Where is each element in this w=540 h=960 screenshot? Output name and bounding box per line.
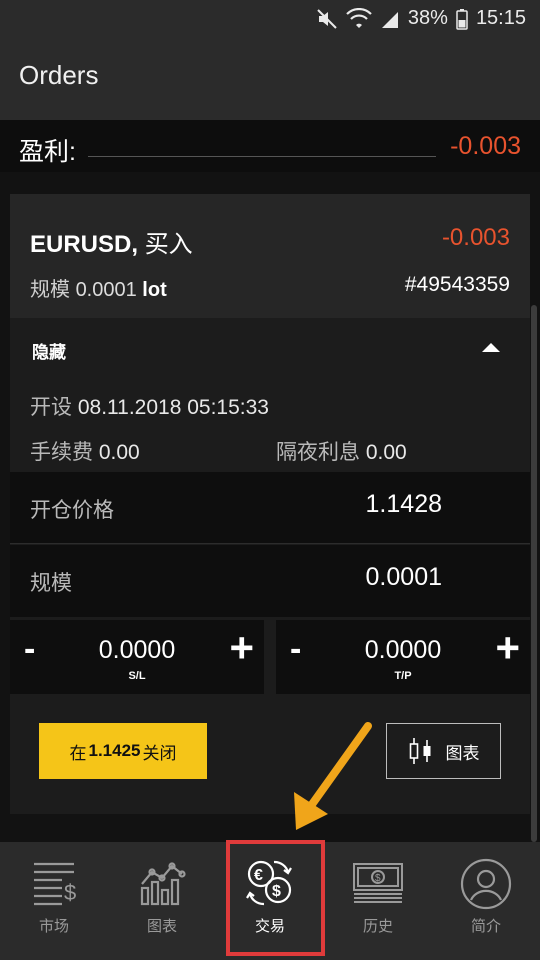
status-icons: 38% 15:15 xyxy=(316,7,526,30)
order-symbol: EURUSD, 买入 xyxy=(30,224,193,259)
tp-value[interactable]: 0.0000 xyxy=(276,636,530,665)
sl-value[interactable]: 0.0000 xyxy=(10,636,264,665)
volume-value: 0.0001 xyxy=(365,563,442,591)
volume-row: 规模 0.0001 xyxy=(10,545,530,617)
close-position-button[interactable]: 在 1.1425 关闭 xyxy=(39,723,207,779)
profit-summary: 盈利: -0.003 xyxy=(0,120,540,172)
hide-label: 隐藏 xyxy=(32,343,66,362)
signal-icon xyxy=(381,11,398,28)
nav-label-market: 市场 xyxy=(38,918,69,935)
svg-text:$: $ xyxy=(64,880,76,905)
open-chart-button[interactable]: 图表 xyxy=(386,723,501,779)
sl-caption: S/L xyxy=(128,670,146,682)
order-pl: -0.003 xyxy=(441,224,510,251)
close-price: 1.1425 xyxy=(88,741,141,760)
page-title: Orders xyxy=(19,60,99,90)
commission-label: 手续费 xyxy=(30,441,93,464)
commission-value: 0.00 xyxy=(98,441,140,464)
history-banknote-icon: $ xyxy=(353,863,403,903)
svg-text:$: $ xyxy=(375,873,381,884)
wifi-icon xyxy=(346,7,372,28)
tp-increase-button[interactable]: + xyxy=(495,624,520,672)
svg-text:€: € xyxy=(254,867,263,884)
sl-increase-button[interactable]: + xyxy=(229,624,254,672)
status-bar: 38% 15:15 xyxy=(0,0,540,38)
battery-icon xyxy=(456,8,468,30)
swap-label: 隔夜利息 xyxy=(276,441,360,464)
hide-details-toggle[interactable]: 隐藏 xyxy=(10,318,530,378)
profit-label: 盈利: xyxy=(19,138,76,166)
svg-text:$: $ xyxy=(272,883,281,900)
profit-value: -0.003 xyxy=(450,132,521,160)
size-unit: lot xyxy=(142,279,167,301)
nav-item-trade[interactable]: € $ 交易 xyxy=(216,842,324,960)
trade-currency-icon: € $ xyxy=(246,860,292,906)
profile-icon xyxy=(460,858,512,910)
order-side: 买入 xyxy=(144,231,193,258)
nav-label-profile: 简介 xyxy=(470,918,501,935)
open-time-label: 开设 xyxy=(30,396,72,419)
chart-button-label: 图表 xyxy=(445,743,480,763)
chart-icon xyxy=(140,862,186,906)
tp-caption: T/P xyxy=(394,670,412,682)
nav-label-chart: 图表 xyxy=(146,918,177,935)
scrollbar[interactable] xyxy=(531,305,537,842)
order-card: EURUSD, 买入 -0.003 规模 0.0001 lot #4954335… xyxy=(10,194,530,814)
bottom-nav: $ 市场 图表 € $ 交易 $ 历史 简介 xyxy=(0,842,540,960)
clock: 15:15 xyxy=(475,7,526,29)
candlestick-icon xyxy=(409,738,430,764)
nav-item-profile[interactable]: 简介 xyxy=(432,842,540,960)
take-profit-stepper: - 0.0000 T/P + xyxy=(276,620,530,694)
battery-percent: 38% xyxy=(407,7,448,29)
symbol-text: EURUSD, xyxy=(30,231,139,258)
app-bar: Orders xyxy=(0,38,540,120)
order-size: 规模 0.0001 lot xyxy=(30,273,167,302)
close-suffix: 关闭 xyxy=(142,743,177,763)
size-label: 规模 xyxy=(30,279,70,301)
size-value: 0.0001 xyxy=(75,279,137,301)
open-time-value: 08.11.2018 05:15:33 xyxy=(77,396,269,419)
open-price-label: 开仓价格 xyxy=(30,499,114,522)
stop-loss-stepper: - 0.0000 S/L + xyxy=(10,620,264,694)
open-price-row: 开仓价格 1.1428 xyxy=(10,472,530,544)
nav-label-trade: 交易 xyxy=(254,918,285,935)
order-card-header[interactable]: EURUSD, 买入 -0.003 规模 0.0001 lot #4954335… xyxy=(10,194,530,318)
close-prefix: 在 xyxy=(69,743,87,763)
open-time-row: 开设 08.11.2018 05:15:33 xyxy=(30,391,269,421)
mute-icon xyxy=(317,8,337,29)
market-icon: $ xyxy=(34,862,76,906)
open-price-value: 1.1428 xyxy=(365,490,442,518)
nav-label-history: 历史 xyxy=(362,918,393,935)
collapse-arrow-icon xyxy=(482,343,500,352)
nav-item-market[interactable]: $ 市场 xyxy=(0,842,108,960)
nav-item-chart[interactable]: 图表 xyxy=(108,842,216,960)
nav-item-history[interactable]: $ 历史 xyxy=(324,842,432,960)
swap-value: 0.00 xyxy=(365,441,407,464)
order-ticket: #49543359 xyxy=(404,273,510,296)
volume-label: 规模 xyxy=(30,572,72,595)
profit-divider xyxy=(88,156,436,157)
commission-row: 手续费 0.00 xyxy=(30,436,140,466)
swap-row: 隔夜利息 0.00 xyxy=(276,436,407,466)
